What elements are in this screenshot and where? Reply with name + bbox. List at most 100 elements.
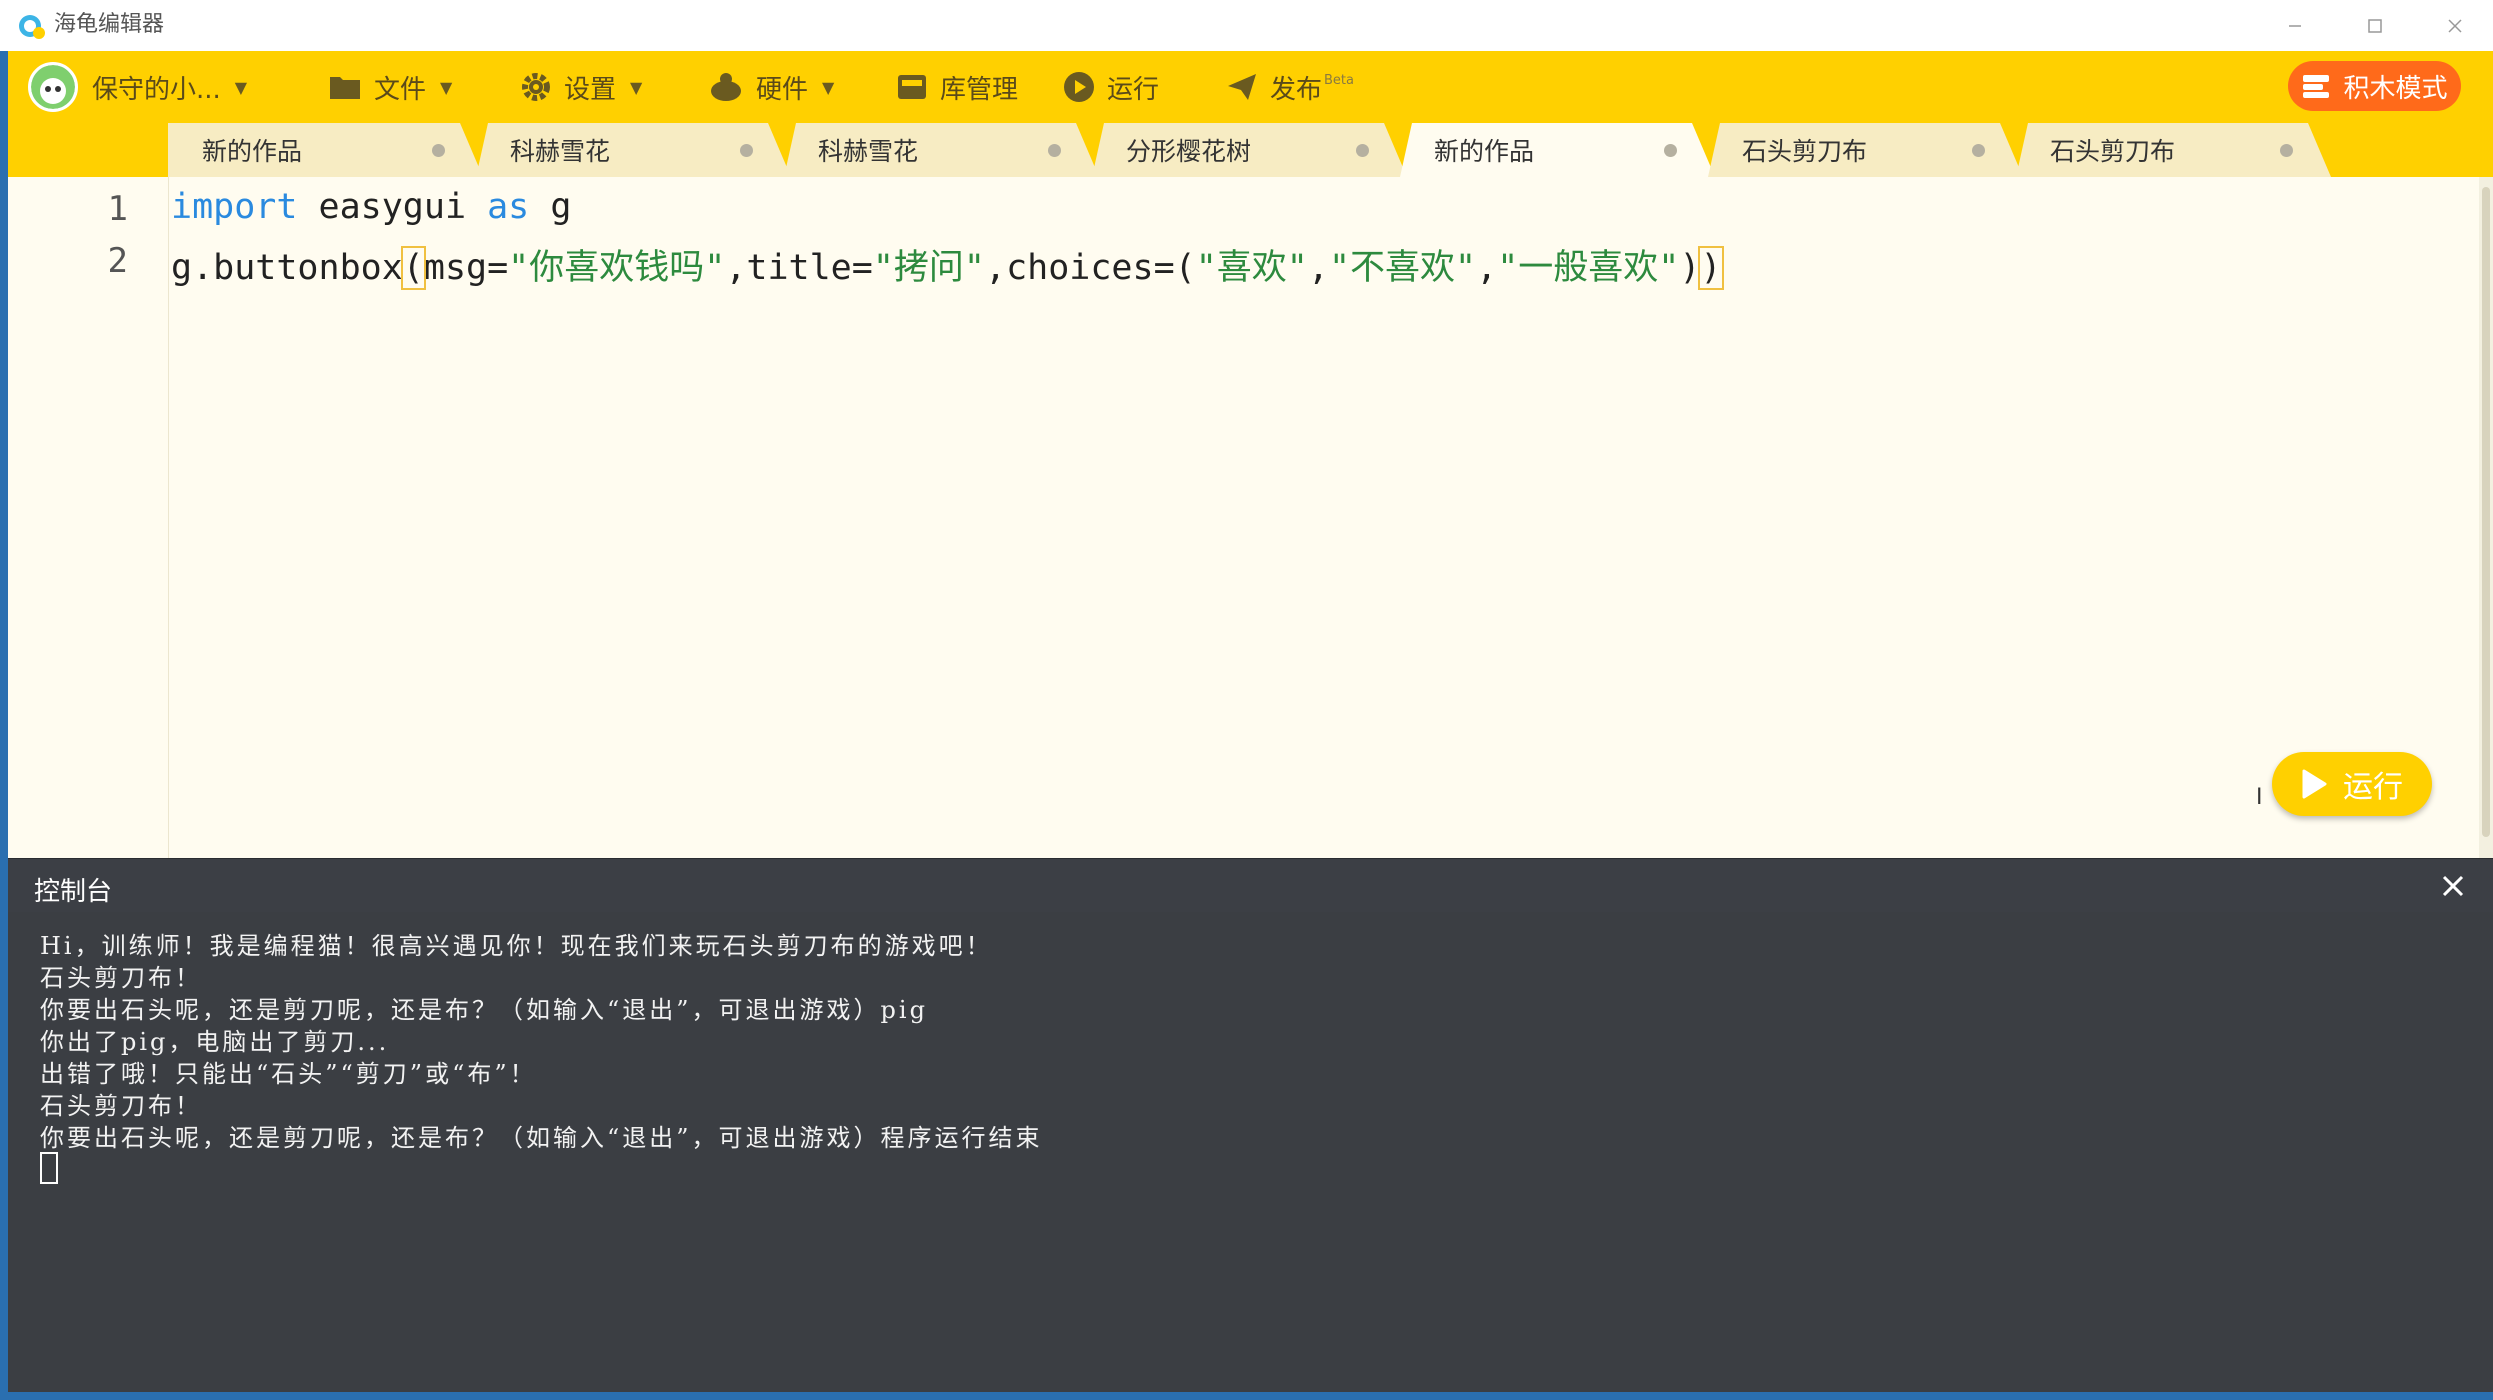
tab-label: 新的作品	[202, 137, 303, 166]
app-logo-icon	[19, 15, 45, 39]
line-number: 1	[107, 189, 128, 229]
tab-label: 分形樱花树	[1126, 137, 1252, 166]
console-line: 你要出石头呢，还是剪刀呢，还是布？（如输入“退出”，可退出游戏）pig	[40, 996, 928, 1024]
arg-msg-value: "你喜欢钱吗"	[508, 248, 726, 288]
tab-file-1[interactable]: 新的作品	[168, 123, 483, 177]
tab-close-dot-icon[interactable]	[1664, 144, 1677, 157]
beta-badge: Beta	[1324, 73, 1354, 88]
avatar-icon	[31, 65, 75, 109]
choice-3: "一般喜欢"	[1497, 248, 1680, 288]
tab-file-5-active[interactable]: 新的作品	[1400, 123, 1715, 177]
paper-plane-icon	[1228, 74, 1256, 100]
title-bar: 海龟编辑器	[0, 0, 2493, 52]
console-line: 石头剪刀布！	[40, 1092, 202, 1120]
tab-file-7[interactable]: 石头剪刀布	[2016, 123, 2331, 177]
run-button-label: 运行	[2343, 770, 2403, 805]
tab-close-dot-icon[interactable]	[740, 144, 753, 157]
chevron-down-icon: ▼	[440, 77, 453, 97]
scrollbar-thumb[interactable]	[2482, 187, 2490, 837]
tab-label: 石头剪刀布	[2050, 137, 2176, 166]
tab-close-dot-icon[interactable]	[1356, 144, 1369, 157]
keyword-as: as	[487, 187, 530, 227]
console-line: 你出了pig，电脑出了剪刀...	[40, 1028, 390, 1056]
window-title: 海龟编辑器	[54, 12, 165, 37]
tab-file-4[interactable]: 分形樱花树	[1092, 123, 1407, 177]
tab-close-dot-icon[interactable]	[432, 144, 445, 157]
avatar	[28, 62, 78, 112]
tab-close-dot-icon[interactable]	[2280, 144, 2293, 157]
code-editor[interactable]: 1 2 import easygui as g g.buttonbox(msg=…	[8, 177, 2479, 858]
publish-label: 发布	[1270, 74, 1323, 105]
separator: ,	[1476, 248, 1498, 288]
console-output[interactable]: Hi，训练师！我是编程猫！很高兴遇见你！现在我们来玩石头剪刀布的游戏吧！ 石头剪…	[8, 912, 2493, 1400]
blocks-icon	[2303, 75, 2330, 98]
close-paren: )	[1698, 246, 1724, 290]
file-menu[interactable]: 文件 ▼	[328, 51, 452, 123]
choice-2: "不喜欢"	[1328, 248, 1477, 288]
folder-icon	[330, 77, 360, 99]
console-line: 出错了哦！只能出“石头”“剪刀”或“布”！	[40, 1060, 537, 1088]
play-icon	[2302, 769, 2327, 799]
console-line: Hi，训练师！我是编程猫！很高兴遇见你！现在我们来玩石头剪刀布的游戏吧！	[40, 932, 993, 960]
library-manager-label: 库管理	[940, 74, 1019, 105]
tab-label: 科赫雪花	[818, 137, 919, 166]
hardware-menu-label: 硬件	[756, 74, 809, 105]
user-name: 保守的小...	[92, 74, 221, 105]
keyword-import: import	[171, 187, 298, 227]
tab-file-2[interactable]: 科赫雪花	[476, 123, 791, 177]
file-menu-label: 文件	[374, 74, 427, 105]
tab-file-6[interactable]: 石头剪刀布	[1708, 123, 2023, 177]
console-header: 控制台	[8, 858, 2493, 913]
arg-title-value: "拷问"	[872, 248, 985, 288]
user-menu[interactable]: 保守的小... ▼	[28, 51, 247, 123]
module-name: easygui	[297, 187, 488, 227]
library-box-icon	[898, 75, 926, 99]
tab-label: 科赫雪花	[510, 137, 611, 166]
hardware-icon	[711, 73, 741, 101]
chevron-down-icon: ▼	[234, 77, 248, 97]
console-input-cursor[interactable]	[40, 1152, 58, 1184]
tab-label: 新的作品	[1434, 137, 1535, 166]
main-toolbar: 保守的小... ▼ 文件 ▼ 设置 ▼ 硬件 ▼ 库管理 运行 发布 Beta …	[8, 51, 2493, 123]
line-number-gutter: 1 2	[8, 177, 169, 858]
tab-file-3[interactable]: 科赫雪花	[784, 123, 1099, 177]
tab-close-dot-icon[interactable]	[1048, 144, 1061, 157]
close-inner-paren: )	[1679, 248, 1701, 288]
hardware-menu[interactable]: 硬件 ▼	[708, 51, 834, 123]
console-line: 你要出石头呢，还是剪刀呢，还是布？（如输入“退出”，可退出游戏）程序运行结束	[40, 1124, 1043, 1152]
open-paren: (	[400, 246, 426, 290]
close-icon[interactable]	[2438, 871, 2468, 901]
tab-close-dot-icon[interactable]	[1972, 144, 1985, 157]
settings-menu-label: 设置	[564, 74, 617, 105]
desktop-edge	[0, 51, 8, 1400]
mouse-cursor-icon: I	[2256, 785, 2263, 810]
editor-scrollbar[interactable]	[2479, 177, 2493, 858]
tab-bar: 新的作品 科赫雪花 科赫雪花 分形樱花树 新的作品 石头剪刀布 石头剪刀布	[8, 123, 2493, 177]
code-line-2[interactable]: g.buttonbox(msg="你喜欢钱吗",title="拷问",choic…	[171, 239, 1724, 290]
tab-label: 石头剪刀布	[1742, 137, 1868, 166]
function-call: g.buttonbox	[171, 248, 403, 288]
maximize-icon[interactable]	[2355, 10, 2395, 42]
run-menu-label: 运行	[1107, 74, 1160, 105]
close-window-icon[interactable]	[2435, 10, 2475, 42]
settings-menu[interactable]: 设置 ▼	[520, 51, 642, 123]
code-line-1[interactable]: import easygui as g	[171, 187, 571, 227]
chevron-down-icon: ▼	[630, 77, 643, 97]
alias-name: g	[529, 187, 572, 227]
console-title: 控制台	[34, 877, 113, 907]
minimize-icon[interactable]	[2275, 10, 2315, 42]
publish-button[interactable]: 发布 Beta	[1226, 51, 1354, 123]
arg-title-key: ,title=	[725, 248, 873, 288]
block-mode-button[interactable]: 积木模式	[2288, 61, 2461, 111]
arg-choices-key: ,choices=(	[985, 248, 1196, 288]
library-manager-button[interactable]: 库管理	[896, 51, 1018, 123]
run-button[interactable]: 运行	[2272, 752, 2432, 816]
choice-1: "喜欢"	[1195, 248, 1308, 288]
block-mode-label: 积木模式	[2343, 73, 2448, 104]
arg-msg-key: msg=	[423, 248, 509, 288]
play-circle-icon	[1064, 72, 1094, 102]
console-line: 石头剪刀布！	[40, 964, 202, 992]
separator: ,	[1307, 248, 1329, 288]
run-menu-button[interactable]: 运行	[1063, 51, 1159, 123]
chevron-down-icon: ▼	[822, 77, 835, 97]
